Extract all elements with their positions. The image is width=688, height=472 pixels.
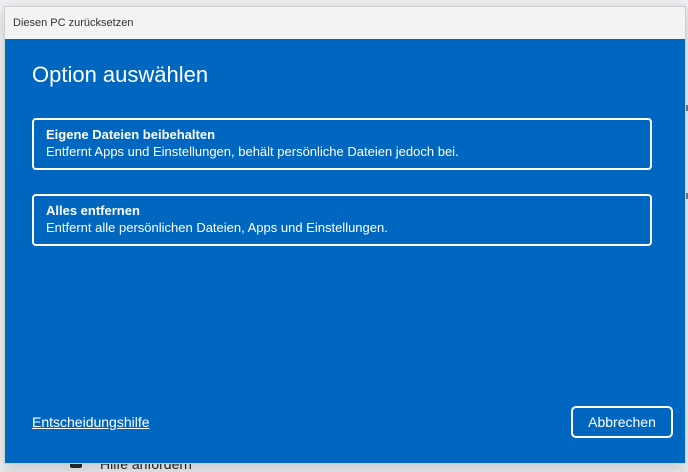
option-title: Alles entfernen: [46, 203, 140, 218]
dialog-titlebar[interactable]: Diesen PC zurücksetzen: [5, 7, 685, 39]
option-title: Eigene Dateien beibehalten: [46, 127, 216, 142]
remove-everything-option[interactable]: Alles entfernen Entfernt alle persönlich…: [32, 194, 652, 246]
option-description: Entfernt Apps und Einstellungen, behält …: [46, 144, 459, 159]
help-me-choose-link[interactable]: Entscheidungshilfe: [32, 414, 150, 430]
cancel-button[interactable]: Abbrechen: [571, 406, 673, 438]
page-title: Option auswählen: [32, 62, 209, 87]
keep-files-option[interactable]: Eigene Dateien beibehalten Entfernt Apps…: [32, 118, 652, 170]
reset-pc-dialog: Diesen PC zurücksetzen Option auswählen …: [4, 6, 686, 464]
option-description: Entfernt alle persönlichen Dateien, Apps…: [46, 220, 388, 235]
window-title: Diesen PC zurücksetzen: [13, 17, 134, 29]
dialog-content: Option auswählen Eigene Dateien beibehal…: [5, 39, 685, 463]
